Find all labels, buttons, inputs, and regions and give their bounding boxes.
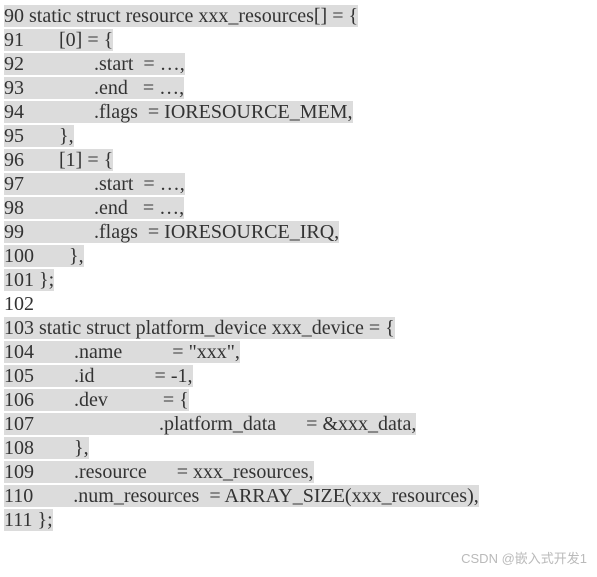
code-line: 107 .platform_data = &xxx_data, [4,412,597,436]
line-text: .flags = IORESOURCE_IRQ, [24,221,339,243]
line-number: 90 [4,5,24,27]
line-text: .num_resources = ARRAY_SIZE(xxx_resource… [33,485,478,507]
code-line: 95 }, [4,124,597,148]
line-text: }, [24,125,74,147]
code-line: 110 .num_resources = ARRAY_SIZE(xxx_reso… [4,484,597,508]
line-number: 93 [4,77,24,99]
line-number: 106 [4,389,34,411]
code-line: 98 .end = …, [4,196,597,220]
line-number: 110 [4,485,33,507]
line-number: 104 [4,341,34,363]
line-text: .name = "xxx", [34,341,240,363]
line-number: 103 [4,317,34,339]
line-number: 95 [4,125,24,147]
line-number: 92 [4,53,24,75]
watermark-text: CSDN @嵌入式开发1 [461,547,587,571]
line-text: .start = …, [24,53,185,75]
line-text: .end = …, [24,77,184,99]
code-line: 106 .dev = { [4,388,597,412]
line-text: [1] = { [24,149,113,171]
line-number: 101 [4,269,34,291]
line-text: .end = …, [24,197,184,219]
code-line: 100 }, [4,244,597,268]
code-line: 103 static struct platform_device xxx_de… [4,316,597,340]
line-text: .dev = { [34,389,189,411]
code-line: 104 .name = "xxx", [4,340,597,364]
code-line: 109 .resource = xxx_resources, [4,460,597,484]
line-text: [0] = { [24,29,113,51]
line-number: 105 [4,365,34,387]
line-number: 107 [4,413,34,435]
line-text: }, [34,245,84,267]
line-text: .resource = xxx_resources, [34,461,314,483]
line-text: static struct platform_device xxx_device… [34,317,395,339]
line-number: 91 [4,29,24,51]
code-line: 91 [0] = { [4,28,597,52]
code-line: 96 [1] = { [4,148,597,172]
code-line: 93 .end = …, [4,76,597,100]
line-text: .id = -1, [34,365,193,387]
code-line: 97 .start = …, [4,172,597,196]
line-number: 111 [4,509,33,531]
code-line: 108 }, [4,436,597,460]
line-text: static struct resource xxx_resources[] =… [24,5,358,27]
line-text: .flags = IORESOURCE_MEM, [24,101,353,123]
line-number: 108 [4,437,34,459]
code-line: 94 .flags = IORESOURCE_MEM, [4,100,597,124]
line-number: 100 [4,245,34,267]
line-text: .start = …, [24,173,185,195]
line-text: }; [33,509,53,531]
line-number: 97 [4,173,24,195]
code-block: 90 static struct resource xxx_resources[… [0,0,597,536]
code-line: 99 .flags = IORESOURCE_IRQ, [4,220,597,244]
code-line: 102 [4,292,597,316]
line-text: .platform_data = &xxx_data, [34,413,416,435]
line-number: 99 [4,221,24,243]
line-number: 96 [4,149,24,171]
line-number: 98 [4,197,24,219]
line-number: 109 [4,461,34,483]
line-number: 94 [4,101,24,123]
line-text: }, [34,437,89,459]
code-line: 90 static struct resource xxx_resources[… [4,4,597,28]
code-line: 105 .id = -1, [4,364,597,388]
line-text: }; [34,269,54,291]
line-number: 102 [4,293,34,315]
code-line: 101 }; [4,268,597,292]
code-line: 92 .start = …, [4,52,597,76]
code-line: 111 }; [4,508,597,532]
